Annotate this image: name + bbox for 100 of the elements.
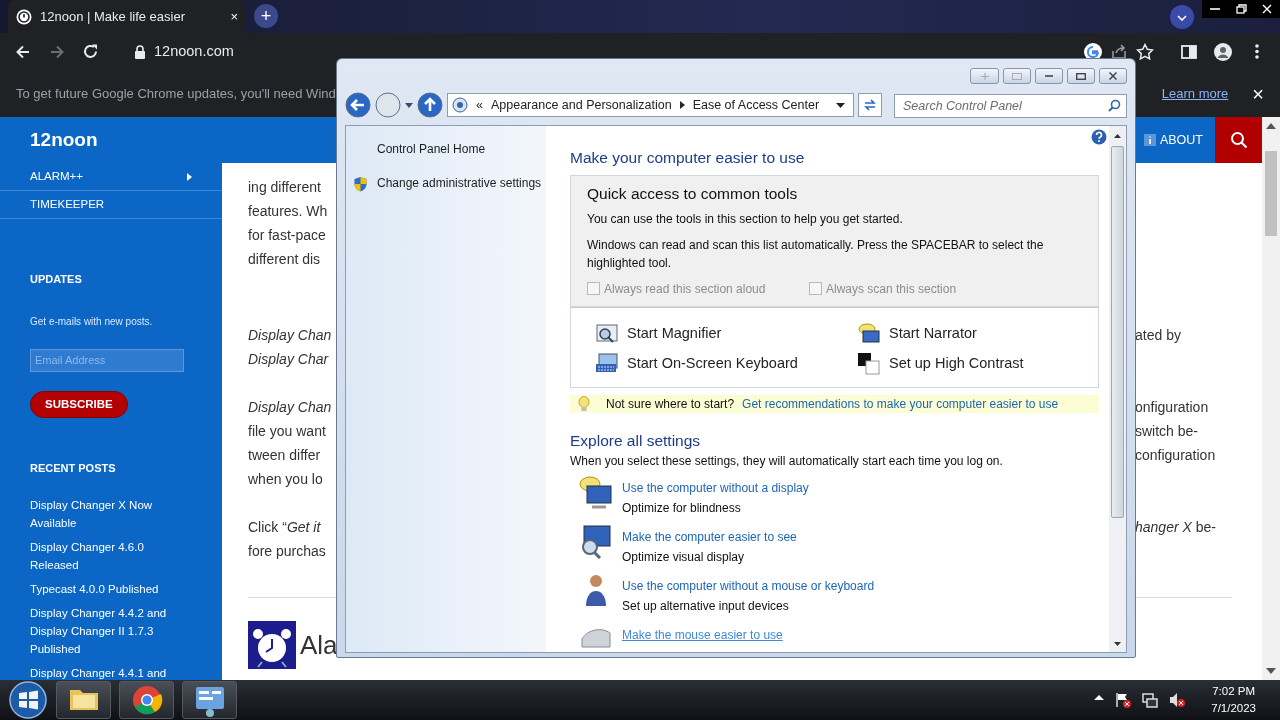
browser-tab[interactable]: 12noon | Make life easier × — [8, 0, 246, 33]
tab-search-button[interactable] — [1170, 4, 1194, 29]
paragraph-text: onfiguration — [1135, 398, 1209, 417]
site-logo[interactable]: 12noon — [0, 125, 98, 155]
taskbar-browser-button[interactable] — [119, 681, 174, 719]
menu-icon — [1255, 44, 1259, 59]
update-message: To get future Google Chrome updates, you'll need Wind — [16, 84, 337, 103]
star-icon[interactable] — [1136, 42, 1154, 61]
tool-link[interactable]: Start Magnifier — [595, 321, 857, 346]
scrollbar-thumb[interactable] — [1111, 146, 1124, 518]
paragraph-text: fore purchas — [248, 542, 327, 561]
window-pin-button[interactable] — [970, 68, 999, 84]
recent-post-link[interactable]: Display Changer 4.4.2 and Display Changer II 1.7.3 Published — [30, 604, 180, 659]
forward-button[interactable] — [375, 92, 401, 118]
tool-link[interactable]: Start Narrator — [857, 321, 1074, 346]
dropdown-arrow-icon[interactable] — [836, 102, 845, 108]
recent-post-link[interactable]: Display Changer 4.4.1 and — [30, 664, 180, 683]
profile-icon — [1214, 42, 1232, 61]
back-icon — [345, 92, 371, 118]
paragraph-text: ing different — [248, 178, 322, 197]
checkbox-label: Always scan this section — [826, 280, 957, 298]
paragraph-text: switch be- — [1135, 422, 1199, 441]
pin-icon — [980, 72, 989, 80]
setting-description: Set up alternative input devices — [622, 597, 790, 615]
breadcrumb-item[interactable]: Ease of Access Center — [692, 95, 820, 115]
reload-arrow-icon — [82, 42, 100, 61]
paragraph-text: Display Chan — [248, 398, 333, 417]
tool-link[interactable]: Set up High Contrast — [857, 351, 1074, 376]
subscribe-button[interactable]: SUBSCRIBE — [30, 390, 128, 418]
new-tab-button[interactable]: + — [254, 4, 278, 28]
start-button[interactable] — [8, 680, 48, 720]
search-field[interactable]: Search Control Panel — [894, 93, 1127, 118]
sidebar-text: Get e-mails with new posts. — [30, 314, 154, 329]
note-text: Windows can read and scan this list automatically. Press the SPACEBAR to select the highlighted tool. — [587, 236, 1045, 272]
task-link[interactable]: Control Panel Home — [346, 140, 486, 158]
task-link[interactable]: Change administrative settings — [346, 174, 542, 192]
sidebar-heading: RECENT POSTS — [30, 460, 117, 476]
speaker-muted-icon[interactable] — [1168, 691, 1187, 709]
tab-title: 12noon | Make life easier — [40, 7, 187, 26]
paragraph-text: file you want — [248, 422, 327, 441]
scroll-up-icon[interactable] — [1266, 123, 1276, 129]
recommendations-link[interactable]: Get recommendations to make your computer easier to use — [742, 394, 1059, 413]
setting-description: Optimize visual display — [622, 548, 746, 566]
infobar-close-button[interactable]: × — [1252, 78, 1264, 109]
restore-icon — [1235, 4, 1247, 14]
email-field[interactable]: Email Address — [30, 348, 184, 372]
scroll-up-icon[interactable] — [1114, 134, 1121, 138]
window-close-button[interactable] — [1099, 68, 1127, 84]
paragraph-text: ated by — [1135, 326, 1181, 345]
breadcrumb-item[interactable]: Appearance and Personalization — [490, 95, 672, 115]
search-button[interactable] — [1215, 117, 1262, 163]
about-link[interactable]: ABOUT — [1131, 130, 1215, 150]
learn-more-link[interactable]: Learn more — [1161, 83, 1229, 104]
display-icon — [578, 473, 614, 510]
lock-icon — [134, 44, 146, 59]
scroll-down-icon[interactable] — [1114, 642, 1121, 646]
control-panel-icon — [452, 97, 468, 113]
dropdown-arrow-icon[interactable] — [405, 102, 413, 108]
paragraph-text: different dis — [248, 250, 322, 269]
setting-link[interactable]: Make the computer easier to see — [622, 526, 797, 547]
search-icon — [1108, 98, 1121, 112]
section-heading: Ala — [300, 628, 338, 662]
window-minimize-button[interactable] — [1035, 68, 1063, 84]
recent-post-link[interactable]: Display Changer X Now Available — [30, 496, 180, 533]
up-icon — [417, 92, 443, 118]
taskbar-control-panel-button[interactable] — [182, 681, 237, 719]
taskbar-folder-button[interactable] — [56, 681, 111, 719]
scrollbar-thumb[interactable] — [1265, 151, 1277, 236]
recent-post-link[interactable]: Display Changer 4.6.0 Released — [30, 538, 180, 575]
breadcrumb-arrow-icon[interactable] — [679, 101, 685, 109]
share-icon[interactable] — [1110, 42, 1128, 61]
setting-link[interactable]: Use the computer without a display — [622, 477, 809, 498]
flag-icon[interactable] — [1114, 691, 1133, 709]
forward-icon — [375, 92, 401, 118]
info-icon — [1143, 134, 1156, 146]
checkbox-label: Always read this section aloud — [604, 280, 766, 298]
network-icon[interactable] — [1141, 691, 1160, 709]
chevron-down-icon — [1177, 14, 1187, 21]
url-text[interactable]: 12noon.com — [154, 40, 234, 63]
recent-post-link[interactable]: Typecast 4.0.0 Published — [30, 580, 180, 599]
breadcrumb-overflow[interactable]: « — [476, 95, 483, 115]
tab-close-button[interactable]: × — [230, 6, 238, 27]
address-box[interactable]: « Appearance and Personalization Ease of Access Center — [447, 93, 854, 117]
up-button[interactable] — [417, 92, 443, 118]
refresh-button[interactable] — [858, 93, 882, 117]
scroll-down-icon[interactable] — [1266, 668, 1276, 674]
clock-time: 7:02 PM — [1211, 684, 1256, 699]
paragraph-text: hanger X be- — [1135, 518, 1216, 537]
minimize-icon — [1045, 75, 1053, 77]
help-icon[interactable] — [1091, 129, 1107, 145]
setting-link[interactable]: Use the computer without a mouse or keyboard — [622, 575, 875, 596]
clock-icon — [16, 8, 32, 25]
window-snap-button[interactable] — [1003, 68, 1031, 84]
window-maximize-button[interactable] — [1067, 68, 1095, 84]
section-heading: Explore all settings — [570, 430, 702, 451]
tool-link[interactable]: Start On-Screen Keyboard — [595, 351, 857, 376]
setting-description: Optimize for blindness — [622, 499, 742, 517]
paragraph-text: Display Char — [248, 350, 330, 369]
paragraph-text: Display Chan — [248, 326, 333, 345]
setting-link[interactable]: Make the mouse easier to use — [622, 624, 783, 645]
